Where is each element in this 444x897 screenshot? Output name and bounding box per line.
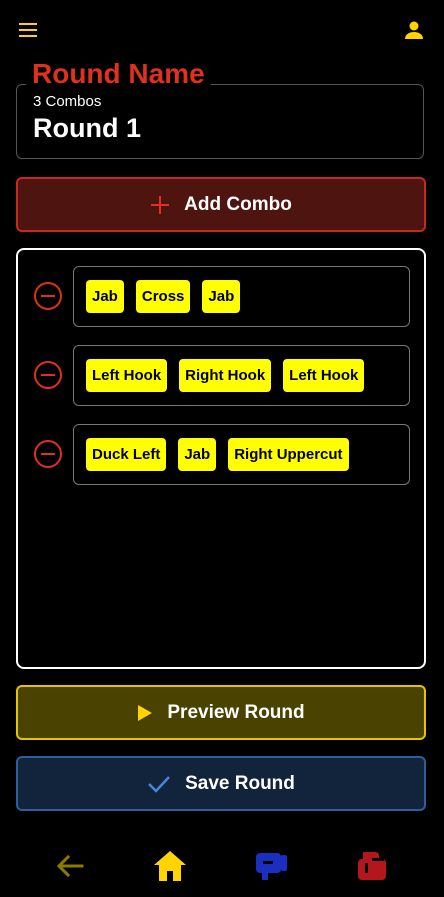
home-icon[interactable]: [152, 848, 188, 884]
profile-icon[interactable]: [402, 18, 426, 42]
hamburger-menu-icon[interactable]: [16, 18, 40, 42]
add-combo-label: Add Combo: [184, 193, 292, 215]
minus-icon: [41, 374, 55, 376]
combo-count-label: 3 Combos: [33, 93, 102, 110]
boxing-glove-blue-icon[interactable]: [253, 848, 289, 884]
combo-card[interactable]: Jab Cross Jab: [73, 266, 410, 327]
remove-combo-button[interactable]: [34, 282, 62, 310]
save-round-label: Save Round: [185, 772, 295, 794]
boxing-glove-red-icon[interactable]: [354, 848, 390, 884]
combo-card[interactable]: Duck Left Jab Right Uppercut: [73, 424, 410, 485]
preview-round-label: Preview Round: [167, 701, 305, 723]
preview-round-button[interactable]: Preview Round: [16, 685, 426, 740]
move-chip[interactable]: Jab: [86, 280, 124, 313]
round-name-field[interactable]: 3 Combos Round 1: [16, 84, 424, 159]
move-chip[interactable]: Cross: [135, 280, 191, 313]
move-chip[interactable]: Left Hook: [283, 359, 365, 392]
move-chip[interactable]: Jab: [202, 280, 241, 313]
round-name-value[interactable]: Round 1: [33, 113, 141, 144]
move-chip[interactable]: Jab: [178, 438, 217, 471]
play-icon: [138, 704, 153, 721]
bottom-navigation: [0, 840, 444, 895]
checkmark-icon: [148, 775, 171, 793]
move-chip[interactable]: Right Hook: [179, 359, 272, 392]
remove-combo-button[interactable]: [34, 440, 62, 468]
back-arrow-icon[interactable]: [52, 848, 88, 884]
save-round-button[interactable]: Save Round: [16, 756, 426, 811]
minus-icon: [41, 295, 55, 297]
move-chip[interactable]: Duck Left: [86, 438, 167, 471]
add-combo-button[interactable]: Add Combo: [16, 177, 426, 232]
combo-list[interactable]: Jab Cross Jab Left Hook Right Hook Left …: [16, 248, 426, 669]
plus-icon: [151, 195, 170, 214]
minus-icon: [41, 453, 55, 455]
move-chip[interactable]: Left Hook: [86, 359, 168, 392]
remove-combo-button[interactable]: [34, 361, 62, 389]
round-name-legend: Round Name: [26, 58, 211, 90]
move-chip[interactable]: Right Uppercut: [228, 438, 349, 471]
combo-card[interactable]: Left Hook Right Hook Left Hook: [73, 345, 410, 406]
